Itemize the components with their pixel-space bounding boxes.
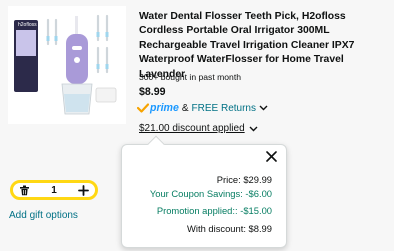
prime-check-icon xyxy=(137,103,149,113)
close-icon[interactable] xyxy=(266,151,277,162)
water-flosser-image: h2ofloss xyxy=(14,14,117,115)
popover-arrow xyxy=(147,135,165,153)
trash-icon[interactable] xyxy=(19,185,30,196)
discount-applied-link[interactable]: $21.00 discount applied xyxy=(139,123,258,134)
discount-popover: Price: $29.99 Your Coupon Savings: -$6.0… xyxy=(121,135,287,248)
product-price: $8.99 xyxy=(139,86,166,98)
chevron-down-icon[interactable] xyxy=(259,105,268,111)
prime-label: prime xyxy=(150,102,179,114)
popover-price-line: Price: $29.99 xyxy=(216,174,272,185)
add-gift-options-link[interactable]: Add gift options xyxy=(9,210,78,221)
chevron-down-icon[interactable] xyxy=(249,126,258,132)
quantity-value: 1 xyxy=(51,184,57,196)
discount-applied-label[interactable]: $21.00 discount applied xyxy=(139,123,245,134)
popover-coupon-line: Your Coupon Savings: -$6.00 xyxy=(149,188,272,199)
prime-amp: & xyxy=(181,102,189,114)
bought-count: 300+ bought in past month xyxy=(139,72,242,82)
quantity-stepper[interactable]: 1 xyxy=(10,180,98,200)
plus-icon[interactable] xyxy=(78,184,89,196)
popover-total-line: With discount: $8.99 xyxy=(187,223,272,234)
popover-promo-line: Promotion applied:: -$15.00 xyxy=(156,205,272,216)
delivery-row[interactable]: prime & FREE Returns xyxy=(137,101,268,115)
product-image[interactable]: h2ofloss xyxy=(8,6,126,124)
box-brand-text: h2ofloss xyxy=(18,22,37,28)
free-returns-link[interactable]: FREE Returns xyxy=(192,103,256,114)
